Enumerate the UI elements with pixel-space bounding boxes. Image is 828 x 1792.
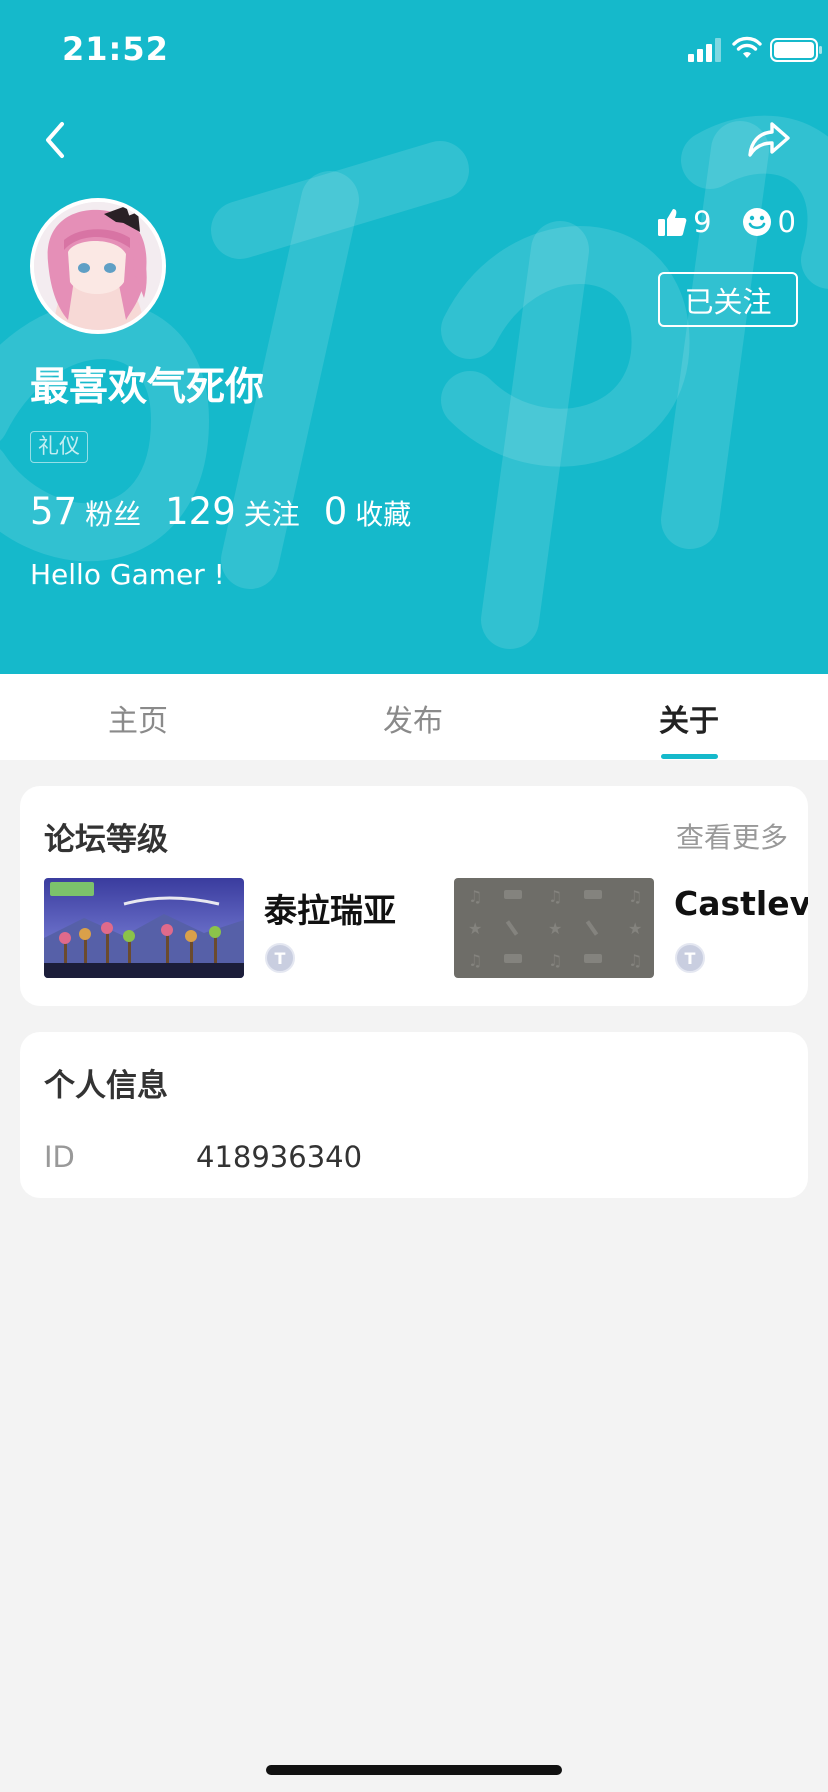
avatar[interactable] — [30, 198, 166, 334]
smiles-stat[interactable]: 0 — [742, 205, 796, 239]
bio: Hello Gamer ! — [30, 558, 225, 591]
forum-game-item[interactable]: 泰拉瑞亚 T — [44, 878, 424, 978]
svg-text:★: ★ — [548, 919, 562, 938]
tab-publish[interactable]: 发布 — [353, 696, 473, 740]
personal-info-card: 个人信息 ID 418936340 — [20, 1032, 808, 1198]
likes-count: 9 — [693, 205, 712, 239]
game-thumbnail-terraria — [44, 878, 244, 978]
following-count[interactable]: 129 — [165, 490, 236, 533]
username: 最喜欢气死你 — [30, 365, 265, 410]
game-name: 泰拉瑞亚 — [264, 891, 396, 930]
cellular-signal-icon — [688, 38, 721, 62]
personal-info-title: 个人信息 — [44, 1068, 168, 1104]
game-thumbnail-placeholder: ♫ ♫ ♫ ★ ★ ★ ♫ ♫ ♫ — [454, 878, 654, 978]
reaction-stats: 9 0 — [657, 204, 796, 240]
svg-text:★: ★ — [628, 919, 642, 938]
role-badge: 礼仪 — [30, 431, 88, 463]
forum-level-title: 论坛等级 — [44, 822, 168, 858]
svg-text:♫: ♫ — [548, 951, 562, 970]
svg-text:★: ★ — [468, 919, 482, 938]
avatar-image — [34, 202, 162, 330]
forum-level-card: 论坛等级 查看更多 泰拉瑞亚 T ♫ ♫ ♫ ★ ★ ★ ♫ ♫ ♫ Castl… — [20, 786, 808, 1006]
thumbs-up-icon — [658, 209, 687, 236]
favorites-count[interactable]: 0 — [324, 490, 348, 533]
share-button[interactable] — [746, 116, 792, 162]
follow-button[interactable]: 已关注 — [658, 272, 798, 327]
forum-game-item[interactable]: ♫ ♫ ♫ ★ ★ ★ ♫ ♫ ♫ Castleva T — [454, 878, 808, 978]
back-button[interactable] — [38, 118, 74, 162]
tab-about[interactable]: 关于 — [629, 696, 749, 740]
active-tab-indicator — [661, 754, 718, 759]
status-bar: 21:52 — [0, 0, 828, 96]
svg-text:♫: ♫ — [548, 887, 562, 906]
svg-text:♫: ♫ — [628, 887, 642, 906]
game-name: Castleva — [674, 884, 808, 923]
fans-label[interactable]: 粉丝 — [85, 493, 141, 533]
likes-stat[interactable]: 9 — [657, 205, 712, 239]
share-icon — [748, 122, 790, 157]
info-key: ID — [44, 1140, 75, 1174]
svg-text:♫: ♫ — [468, 887, 482, 906]
wifi-icon — [732, 36, 762, 58]
svg-text:♫: ♫ — [468, 951, 482, 970]
profile-header: 21:52 9 0 已关注 最喜欢气死你 礼仪 57 粉丝 129 关注 0 收… — [0, 0, 828, 674]
profile-tabs: 主页 发布 关于 — [0, 674, 828, 760]
level-badge-icon: T — [675, 943, 705, 973]
battery-icon — [770, 38, 822, 62]
favorites-label[interactable]: 收藏 — [355, 493, 411, 533]
svg-text:♫: ♫ — [628, 951, 642, 970]
fans-count[interactable]: 57 — [30, 490, 77, 533]
level-badge-icon: T — [265, 943, 295, 973]
svg-text:T: T — [685, 949, 696, 968]
smile-face-icon — [742, 208, 771, 236]
svg-text:T: T — [275, 949, 286, 968]
smiles-count: 0 — [777, 205, 796, 239]
tab-home[interactable]: 主页 — [78, 696, 198, 740]
profile-counts: 57 粉丝 129 关注 0 收藏 — [30, 490, 435, 533]
chevron-left-icon — [46, 122, 64, 158]
info-value[interactable]: 418936340 — [196, 1140, 362, 1174]
home-indicator — [266, 1765, 562, 1775]
status-time: 21:52 — [62, 30, 169, 68]
view-more-link[interactable]: 查看更多 — [676, 816, 788, 856]
following-label[interactable]: 关注 — [244, 493, 300, 533]
